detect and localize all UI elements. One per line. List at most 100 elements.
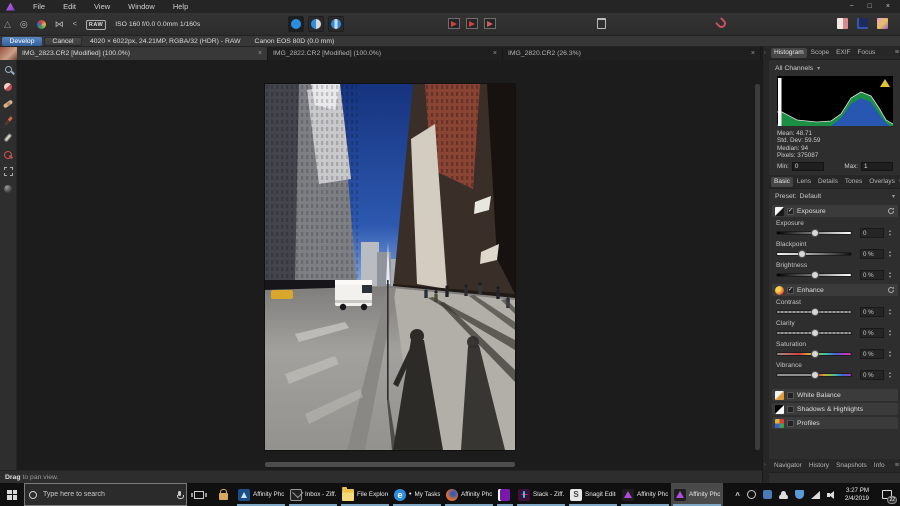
microphone-icon[interactable]	[177, 491, 182, 499]
network-icon[interactable]	[811, 491, 820, 499]
vibrance-stepper[interactable]: ▲▼	[886, 370, 894, 380]
taskbar-clock[interactable]: 3:27 PM 2/4/2019	[840, 483, 874, 506]
clarity-handle[interactable]	[811, 329, 819, 337]
hidden-icons-chevron[interactable]: ^	[735, 491, 740, 500]
tab-info[interactable]: Info	[871, 461, 888, 471]
tab-details[interactable]: Details	[815, 177, 841, 187]
menu-edit[interactable]: Edit	[54, 2, 85, 11]
contrast-track[interactable]	[776, 310, 852, 314]
reset-icon[interactable]	[887, 207, 895, 215]
brightness-handle[interactable]	[811, 271, 819, 279]
tab-scope[interactable]: Scope	[808, 48, 832, 58]
brightness-stepper[interactable]: ▲▼	[886, 270, 894, 280]
overlay-gradient-tool[interactable]	[1, 165, 16, 178]
overlay-paint-tool[interactable]	[1, 114, 16, 127]
horizontal-scrollbar[interactable]	[265, 462, 515, 467]
target-icon[interactable]: ◎	[20, 19, 28, 30]
taskbar-app-slack[interactable]: Slack - Ziff...	[515, 483, 567, 506]
section-white-balance[interactable]: White Balance	[772, 389, 898, 401]
tray-circle-icon[interactable]	[747, 490, 756, 499]
contrast-stepper[interactable]: ▲▼	[886, 307, 894, 317]
snapping-magnet-icon[interactable]	[715, 17, 728, 30]
search-input[interactable]	[41, 490, 173, 499]
onedrive-cloud-icon[interactable]	[779, 494, 788, 499]
taskbar-app-affinity-2[interactable]: Affinity Pho...	[671, 483, 723, 506]
action-center-button[interactable]: 22	[874, 483, 900, 506]
develop-button[interactable]: Develop	[2, 37, 42, 46]
blackpoint-handle[interactable]	[798, 250, 806, 258]
saturation-track[interactable]	[776, 352, 852, 356]
tab-navigator[interactable]: Navigator	[771, 461, 805, 471]
tab-snapshots[interactable]: Snapshots	[833, 461, 870, 471]
cancel-button[interactable]: Cancel	[44, 37, 82, 46]
tonal-clip-icon[interactable]	[484, 18, 496, 29]
tab-close-icon[interactable]: ×	[252, 50, 262, 57]
exposure-track[interactable]	[776, 231, 852, 235]
tab-histogram[interactable]: Histogram	[771, 48, 807, 58]
blackpoint-value[interactable]: 0 %	[860, 249, 884, 259]
taskbar-app-snagit[interactable]: S Snagit Edito...	[567, 483, 619, 506]
tab-close-icon[interactable]: ×	[487, 50, 497, 57]
blackpoint-stepper[interactable]: ▲▼	[886, 249, 894, 259]
zoom-tool[interactable]	[1, 63, 16, 76]
clipping-warning-icon[interactable]	[880, 79, 890, 87]
burn-brush-tool[interactable]	[1, 182, 16, 195]
enhance-enabled-checkbox[interactable]: ✓	[787, 287, 794, 294]
saturation-handle[interactable]	[811, 350, 819, 358]
taskbar-app-office[interactable]	[495, 483, 515, 506]
max-input[interactable]	[861, 162, 893, 171]
doc-tab-1[interactable]: IMG_2823.CR2 [Modified] (100.0%) ×	[17, 47, 268, 60]
exposure-stepper[interactable]: ▲▼	[886, 228, 894, 238]
clarity-value[interactable]: 0 %	[860, 328, 884, 338]
persona-triangle-icon[interactable]: △	[4, 19, 11, 30]
single-view-button[interactable]	[288, 16, 304, 32]
preset-selector[interactable]: Preset: Default ▾	[769, 189, 900, 203]
share-icon[interactable]: <	[73, 21, 77, 28]
split-view-button[interactable]	[308, 16, 324, 32]
gallery-icon[interactable]	[877, 18, 888, 29]
vibrance-value[interactable]: 0 %	[860, 370, 884, 380]
white-balance-checkbox[interactable]	[787, 392, 794, 399]
tab-history[interactable]: History	[806, 461, 832, 471]
section-shadows-highlights[interactable]: Shadows & Highlights	[772, 403, 898, 415]
menu-window[interactable]: Window	[119, 2, 164, 11]
exposure-enabled-checkbox[interactable]: ✓	[787, 208, 794, 215]
brightness-track[interactable]	[776, 273, 852, 277]
defender-shield-icon[interactable]	[795, 490, 804, 499]
taskbar-app-file-explorer[interactable]: File Explorer	[339, 483, 391, 506]
section-exposure[interactable]: ✓ Exposure	[772, 205, 898, 217]
taskbar-app-edge[interactable]: e • My Tasks i...	[391, 483, 443, 506]
tab-focus[interactable]: Focus	[855, 48, 879, 58]
delete-icon[interactable]	[597, 18, 606, 29]
collapse-dock-icon[interactable]: ›	[764, 462, 766, 468]
tab-lens[interactable]: Lens	[794, 177, 814, 187]
min-input[interactable]	[792, 162, 824, 171]
panel-menu-icon[interactable]: ≡	[895, 49, 899, 56]
saturation-value[interactable]: 0 %	[860, 349, 884, 359]
shadow-clip-icon[interactable]	[448, 18, 460, 29]
blackpoint-track[interactable]	[776, 252, 852, 256]
contrast-handle[interactable]	[811, 308, 819, 316]
panel-menu-icon[interactable]: ≡	[895, 462, 899, 469]
dark-ui-icon[interactable]	[857, 18, 868, 29]
tab-exif[interactable]: EXIF	[833, 48, 853, 58]
red-eye-removal-tool[interactable]	[1, 148, 16, 161]
store-button[interactable]	[211, 483, 235, 506]
channel-selector[interactable]: All Channels ▾	[769, 60, 900, 76]
section-enhance[interactable]: ✓ Enhance	[772, 284, 898, 296]
reset-icon[interactable]	[887, 286, 895, 294]
volume-icon[interactable]	[827, 490, 836, 499]
exposure-handle[interactable]	[811, 229, 819, 237]
menu-help[interactable]: Help	[164, 2, 197, 11]
vibrance-track[interactable]	[776, 373, 852, 377]
taskbar-app-firefox[interactable]: Affinity Pho...	[443, 483, 495, 506]
taskbar-app-mail[interactable]: Inbox - Ziff...	[287, 483, 339, 506]
vertical-scrollbar[interactable]	[755, 84, 760, 450]
tab-overlays[interactable]: Overlays	[866, 177, 898, 187]
saturation-stepper[interactable]: ▲▼	[886, 349, 894, 359]
canvas-area[interactable]	[17, 60, 762, 470]
collapse-panel-icon[interactable]: ›	[764, 50, 766, 56]
vibrance-handle[interactable]	[811, 371, 819, 379]
menu-view[interactable]: View	[85, 2, 119, 11]
doc-tab-2[interactable]: IMG_2822.CR2 [Modified] (100.0%) ×	[268, 47, 503, 60]
